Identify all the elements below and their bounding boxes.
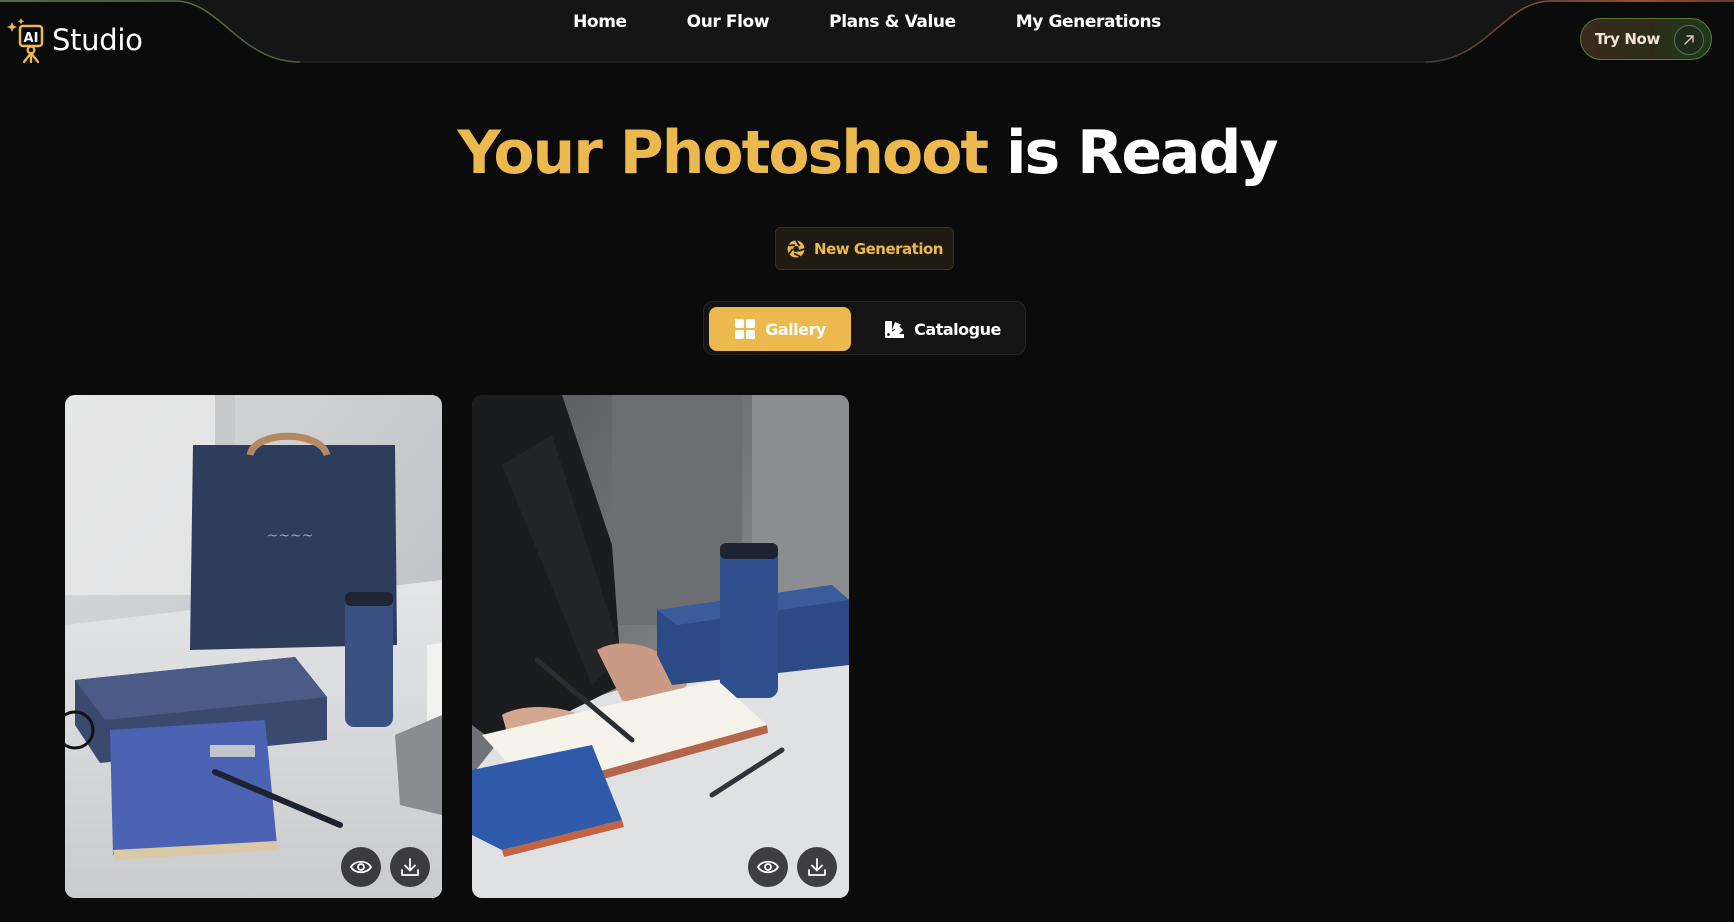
- nav-link-our-flow[interactable]: Our Flow: [657, 12, 799, 32]
- tab-gallery-label: Gallery: [765, 319, 826, 339]
- download-icon: [808, 858, 826, 876]
- eye-icon: [757, 860, 779, 874]
- eye-icon: [350, 860, 372, 874]
- view-button[interactable]: [341, 847, 381, 887]
- navbar-background: [0, 0, 1734, 63]
- swatch-book-icon: [885, 321, 905, 338]
- nav-link-my-generations[interactable]: My Generations: [986, 12, 1191, 32]
- product-photo-image: ~~~~: [65, 395, 442, 898]
- main-nav: Home Our Flow Plans & Value My Generatio…: [0, 12, 1734, 32]
- page-title-rest: is Ready: [1005, 118, 1279, 188]
- page-title-highlight: Your Photoshoot: [457, 118, 989, 188]
- svg-text:~~~~: ~~~~: [267, 528, 314, 544]
- try-now-button[interactable]: Try Now: [1580, 18, 1712, 60]
- tab-gallery[interactable]: Gallery: [709, 307, 851, 351]
- try-now-label: Try Now: [1595, 30, 1660, 48]
- view-button[interactable]: [748, 847, 788, 887]
- tab-catalogue[interactable]: Catalogue: [867, 307, 1017, 351]
- nav-link-home[interactable]: Home: [543, 12, 657, 32]
- gallery-card[interactable]: ~~~~: [65, 395, 442, 898]
- aperture-icon: [787, 239, 805, 257]
- tab-catalogue-label: Catalogue: [914, 319, 1001, 339]
- arrow-up-right-icon: [1674, 25, 1704, 55]
- grid-icon: [735, 319, 756, 339]
- download-button[interactable]: [797, 847, 837, 887]
- page-title: Your Photoshoot is Ready: [0, 118, 1734, 188]
- download-button[interactable]: [390, 847, 430, 887]
- new-generation-button[interactable]: New Generation: [775, 227, 954, 270]
- gallery-card[interactable]: [472, 395, 849, 898]
- nav-link-plans-value[interactable]: Plans & Value: [799, 12, 986, 32]
- logo-mark-text: AI: [24, 31, 39, 46]
- view-toggle: Gallery Catalogue: [703, 301, 1026, 355]
- download-icon: [401, 858, 419, 876]
- new-generation-label: New Generation: [814, 239, 943, 258]
- product-photo-image: [472, 395, 849, 898]
